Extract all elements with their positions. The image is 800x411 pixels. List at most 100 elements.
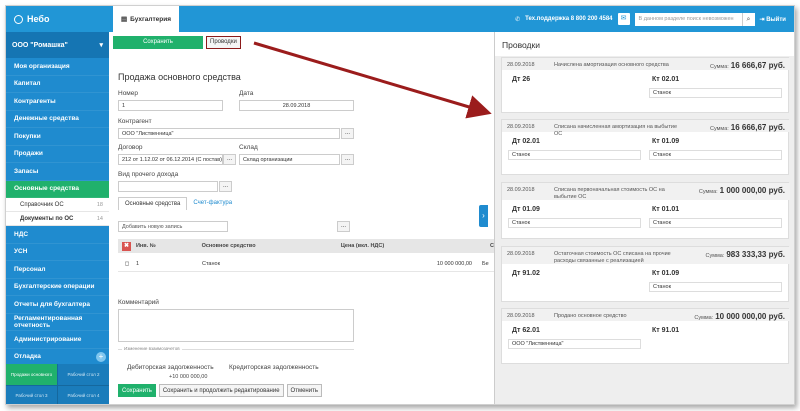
credit-account: Кт 01.01: [652, 206, 680, 213]
org-selector[interactable]: ООО "Ромашка" ▾: [6, 32, 109, 58]
warehouse-field[interactable]: Склад организации: [239, 154, 340, 165]
sum-value: 16 666,67 руб.: [730, 61, 785, 70]
sidebar-subitem-count: 14: [96, 215, 103, 222]
tab-accounting[interactable]: ▤ Бухгалтерия: [113, 6, 180, 32]
posting-sum: Сумма: 1 000 000,00 руб.: [699, 186, 785, 195]
posting-description: Списана первоначальная стоимость ОС на в…: [554, 187, 665, 200]
posting-entry: 28.09.2018 Списана начисленная амортизаци…: [501, 119, 790, 175]
postings-button[interactable]: Проводки: [206, 35, 241, 49]
credit-subconto: Станок: [649, 88, 782, 98]
debit-account: Дт 01.09: [512, 206, 540, 213]
delete-icon[interactable]: ✖: [122, 241, 131, 251]
credit-account: Кт 02.01: [652, 76, 680, 83]
sidebar-item[interactable]: Регламентированная отчетность: [6, 314, 109, 331]
tab-fixed-assets[interactable]: Основные средства: [118, 197, 188, 210]
posting-date: 28.09.2018: [507, 187, 535, 193]
sidebar-subitem[interactable]: Справочник ОС 18: [6, 198, 109, 212]
posting-header: 28.09.2018 Продано основное средство Сумма…: [502, 309, 790, 321]
save-continue-button[interactable]: Сохранить и продолжить редактирование: [158, 384, 284, 397]
sidebar-item[interactable]: Капитал: [6, 76, 109, 93]
sidebar-item[interactable]: Администрирование: [6, 331, 109, 349]
contractor-field[interactable]: ООО "Лиственница": [118, 128, 340, 139]
posting-header: 28.09.2018 Остаточная стоимость ОС списан…: [502, 247, 790, 264]
sidebar-item[interactable]: Контрагенты: [6, 93, 109, 111]
contract-select-button[interactable]: ...: [223, 154, 236, 165]
logout-button[interactable]: ⇥ Выйти: [760, 16, 786, 23]
income-select-button[interactable]: ...: [219, 181, 232, 192]
posting-description: Начислена амортизация основного средства: [554, 62, 669, 68]
sidebar-item[interactable]: Денежные средства: [6, 111, 109, 128]
income-type-field[interactable]: [118, 181, 218, 192]
mail-icon[interactable]: ✉: [617, 13, 630, 25]
desktop-tab[interactable]: Рабочий стол 2: [58, 364, 109, 385]
search-icon[interactable]: ⌕: [741, 12, 755, 26]
collapse-panel-button[interactable]: ›: [479, 205, 488, 227]
posting-description: Списана начисленная амортизация на выбыт…: [554, 124, 678, 137]
number-field[interactable]: 1: [118, 100, 223, 111]
posting-sum: Сумма: 16 666,67 руб.: [710, 61, 785, 70]
contractor-select-button[interactable]: ...: [341, 128, 354, 139]
sidebar-item[interactable]: Продажи: [6, 146, 109, 163]
desktop-tab[interactable]: Рабочий стол 3: [6, 385, 57, 404]
sum-label: Сумма:: [709, 64, 729, 70]
row-checkbox[interactable]: ◻: [118, 261, 136, 267]
posting-entry: 28.09.2018 Начислена амортизация основног…: [501, 57, 790, 113]
sidebar-item[interactable]: Моя организация: [6, 58, 109, 76]
add-record-button[interactable]: ...: [337, 221, 350, 232]
comment-textarea[interactable]: [118, 309, 354, 342]
row-number: 1: [136, 260, 140, 267]
desktop-tab[interactable]: Продажи основного: [6, 364, 57, 385]
sidebar-item[interactable]: Покупки: [6, 128, 109, 146]
sidebar-item[interactable]: Персонал: [6, 261, 109, 279]
debit-account: Дт 91.02: [512, 270, 540, 277]
posting-header: 28.09.2018 Списана первоначальная стоимос…: [502, 183, 790, 200]
debit-value: +10 000 000,00: [169, 374, 208, 380]
posting-description: Продано основное средство: [554, 313, 627, 319]
sidebar-item[interactable]: Основные средства: [6, 180, 109, 198]
number-label: Номер: [118, 90, 139, 97]
posting-date: 28.09.2018: [507, 313, 535, 319]
postings-panel: Проводки 28.09.2018 Начислена амортизация…: [494, 32, 794, 404]
exit-icon: ⇥: [759, 16, 765, 23]
posting-sum: Сумма: 10 000 000,00 руб.: [694, 312, 785, 321]
comment-label: Комментарий: [118, 299, 159, 306]
save-bottom-button[interactable]: Сохранить: [118, 384, 156, 397]
sidebar-item[interactable]: УСН: [6, 244, 109, 261]
table-row[interactable]: ◻ 1 Станок 10 000 000,00 Бе: [118, 256, 494, 272]
nav-list: Моя организация Капитал Контрагенты Денежны…: [6, 58, 109, 198]
sidebar-item[interactable]: Отчеты для бухгалтера: [6, 296, 109, 314]
credit-label: Кредиторская задолженность: [229, 364, 319, 371]
sidebar-item[interactable]: Запасы: [6, 163, 109, 181]
sum-label: Сумма:: [709, 126, 729, 132]
search-input[interactable]: В данном разделе поиск невозможен ⌕: [634, 12, 755, 26]
posting-entry: 28.09.2018 Списана первоначальная стоимос…: [501, 182, 790, 239]
sum-value: 1 000 000,00 руб.: [719, 186, 785, 195]
col-price: Цена (вкл. НДС): [340, 243, 385, 249]
warehouse-select-button[interactable]: ...: [341, 154, 354, 165]
save-button[interactable]: Сохранить: [113, 35, 203, 49]
add-record-input[interactable]: Добавить новую запись: [118, 221, 228, 232]
credit-account: Кт 01.09: [652, 138, 680, 145]
sidebar-subitem-label: Справочник ОС: [20, 201, 64, 208]
posting-description: Остаточная стоимость ОС списана на прочи…: [554, 251, 671, 264]
desktop-tab[interactable]: Рабочий стол 4: [58, 385, 109, 404]
posting-sum: Сумма: 983 333,33 руб.: [706, 250, 785, 259]
sidebar-item[interactable]: НДС: [6, 226, 109, 244]
tab-invoice[interactable]: Счет-фактура: [187, 197, 238, 210]
sum-value: 16 666,67 руб.: [730, 123, 785, 132]
cloud-icon: [14, 14, 23, 24]
cancel-button[interactable]: Отменить: [286, 384, 322, 397]
sidebar-item[interactable]: Бухгалтерские операции: [6, 279, 109, 296]
date-field[interactable]: 28.09.2018: [239, 100, 354, 111]
sidebar-subitem[interactable]: Документы по ОС 14: [6, 212, 109, 226]
debit-account: Дт 62.01: [512, 327, 540, 334]
col-inv-no: Инв. №: [135, 243, 156, 249]
add-desktop-button[interactable]: +: [96, 352, 106, 362]
sum-label: Сумма:: [698, 189, 718, 195]
contract-label: Договор: [118, 144, 143, 151]
tab-label: Бухгалтерия: [130, 15, 172, 23]
sidebar-subitem-label: Документы по ОС: [20, 215, 74, 222]
sum-label: Сумма:: [694, 315, 714, 321]
date-label: Дата: [239, 90, 254, 97]
contract-field[interactable]: 212 от 1.12.02 от 06.12.2014 (С постав): [118, 154, 223, 165]
